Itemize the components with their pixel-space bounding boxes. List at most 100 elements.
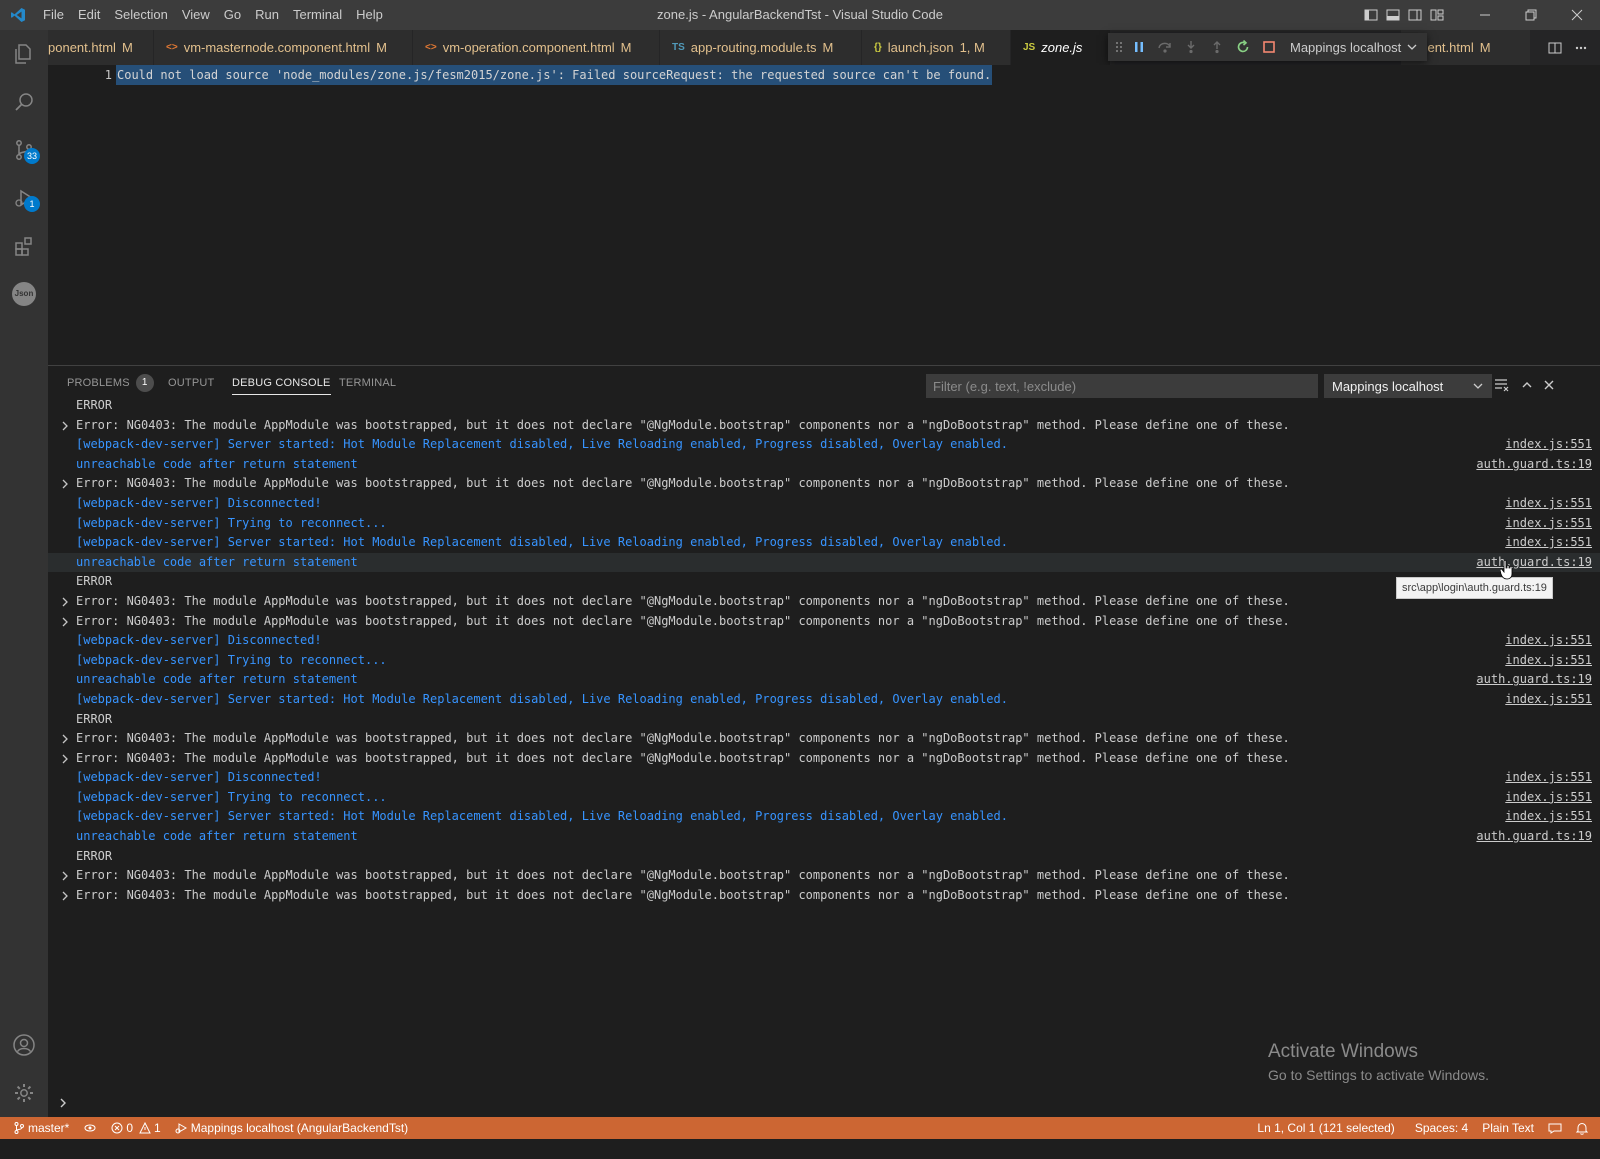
expand-chevron-icon[interactable]	[60, 749, 72, 769]
menu-bar: File Edit Selection View Go Run Terminal…	[36, 0, 390, 30]
typescript-file-icon: TS	[672, 42, 685, 53]
debug-session-select[interactable]: Mappings localhost	[1324, 374, 1492, 398]
status-language-mode[interactable]: Plain Text	[1475, 1117, 1541, 1139]
tab-vm-masternode-component-html[interactable]: <> vm-masternode.component.html M	[154, 30, 413, 65]
menu-run[interactable]: Run	[248, 0, 286, 30]
more-actions-icon[interactable]	[1568, 30, 1594, 65]
sync-icon[interactable]	[76, 1117, 104, 1139]
debug-console-output[interactable]: ERROR Error: NG0403: The module AppModule…	[48, 396, 1600, 1096]
expand-chevron-icon[interactable]	[60, 886, 72, 906]
console-message: [webpack-dev-server] Trying to reconnect…	[76, 789, 387, 804]
source-link[interactable]: index.js:551	[1505, 788, 1592, 808]
error-count: 0	[126, 1121, 134, 1135]
source-link[interactable]: auth.guard.ts:19	[1476, 553, 1592, 573]
expand-chevron-icon[interactable]	[60, 612, 72, 632]
toggle-panel-icon[interactable]	[1382, 0, 1404, 30]
pause-icon[interactable]	[1126, 33, 1152, 61]
console-message: unreachable code after return statement	[76, 829, 358, 844]
source-link[interactable]: index.js:551	[1505, 651, 1592, 671]
console-message: [webpack-dev-server] Disconnected!	[76, 633, 322, 648]
close-panel-icon[interactable]	[1538, 374, 1560, 396]
search-icon[interactable]	[0, 78, 48, 126]
debug-config-select[interactable]: Mappings localhost	[1282, 40, 1423, 55]
toggle-primary-sidebar-icon[interactable]	[1360, 0, 1382, 30]
console-line[interactable]: Error: NG0403: The module AppModule was …	[48, 886, 1600, 906]
source-link[interactable]: index.js:551	[1505, 435, 1592, 455]
accounts-icon[interactable]	[0, 1021, 48, 1069]
source-link[interactable]: index.js:551	[1505, 768, 1592, 788]
source-link[interactable]: index.js:551	[1505, 690, 1592, 710]
console-line[interactable]: Error: NG0403: The module AppModule was …	[48, 416, 1600, 436]
expand-chevron-icon[interactable]	[60, 416, 72, 436]
tab-launch-json[interactable]: {} launch.json 1, M	[862, 30, 1011, 65]
restore-icon[interactable]	[1508, 0, 1554, 30]
step-over-icon[interactable]	[1152, 33, 1178, 61]
editor-area[interactable]: 1 Could not load source 'node_modules/zo…	[48, 65, 1600, 365]
menu-edit[interactable]: Edit	[71, 0, 107, 30]
maximize-panel-icon[interactable]	[1516, 374, 1538, 396]
source-link[interactable]: index.js:551	[1505, 631, 1592, 651]
console-line: [webpack-dev-server] Server started: Hot…	[48, 690, 1600, 710]
console-line[interactable]: Error: NG0403: The module AppModule was …	[48, 612, 1600, 632]
code-line-selected[interactable]: Could not load source 'node_modules/zone…	[116, 65, 993, 85]
activate-windows-watermark: Activate Windows Go to Settings to activ…	[1268, 1041, 1489, 1083]
clear-console-icon[interactable]	[1491, 374, 1513, 396]
source-link[interactable]: index.js:551	[1505, 494, 1592, 514]
expand-chevron-icon[interactable]	[60, 474, 72, 494]
branch-label: master*	[28, 1121, 70, 1135]
settings-gear-icon[interactable]	[0, 1069, 48, 1117]
status-cursor-position[interactable]: Ln 1, Col 1 (121 selected)	[1250, 1117, 1401, 1139]
source-control-icon[interactable]: 33	[0, 126, 48, 174]
menu-file[interactable]: File	[36, 0, 71, 30]
status-debug-config[interactable]: Mappings localhost (AngularBackendTst)	[168, 1117, 415, 1139]
split-editor-icon[interactable]	[1542, 30, 1568, 65]
tab-app-routing-module-ts[interactable]: TS app-routing.module.ts M	[660, 30, 862, 65]
status-indentation[interactable]: Spaces: 4	[1408, 1117, 1475, 1139]
drag-handle-icon[interactable]	[1112, 33, 1126, 61]
console-line[interactable]: Error: NG0403: The module AppModule was …	[48, 474, 1600, 494]
tab-zone-js[interactable]: JS zone.js	[1011, 30, 1111, 65]
menu-selection[interactable]: Selection	[107, 0, 174, 30]
console-line[interactable]: Error: NG0403: The module AppModule was …	[48, 749, 1600, 769]
expand-chevron-icon[interactable]	[60, 592, 72, 612]
run-debug-icon[interactable]: 1	[0, 174, 48, 222]
console-filter-input[interactable]	[926, 374, 1318, 398]
tab-modified-indicator: M	[1479, 40, 1491, 55]
source-link[interactable]: index.js:551	[1505, 807, 1592, 827]
console-line[interactable]: Error: NG0403: The module AppModule was …	[48, 729, 1600, 749]
expand-chevron-icon[interactable]	[60, 729, 72, 749]
tab-vm-operation-component-html[interactable]: <> vm-operation.component.html M	[413, 30, 660, 65]
customize-layout-icon[interactable]	[1426, 0, 1448, 30]
minimize-icon[interactable]	[1462, 0, 1508, 30]
source-link[interactable]: index.js:551	[1505, 514, 1592, 534]
restart-icon[interactable]	[1230, 33, 1256, 61]
menu-help[interactable]: Help	[349, 0, 390, 30]
status-branch[interactable]: master*	[0, 1117, 76, 1139]
json-extension-icon[interactable]: Json	[0, 270, 48, 318]
menu-view[interactable]: View	[175, 0, 217, 30]
source-link[interactable]: index.js:551	[1505, 533, 1592, 553]
step-out-icon[interactable]	[1204, 33, 1230, 61]
stop-icon[interactable]	[1256, 33, 1282, 61]
notifications-bell-icon[interactable]	[1569, 1117, 1600, 1139]
extensions-icon[interactable]	[0, 222, 48, 270]
console-line[interactable]: Error: NG0403: The module AppModule was …	[48, 592, 1600, 612]
expand-chevron-icon[interactable]	[60, 866, 72, 886]
console-line: ERROR	[48, 710, 1600, 730]
step-into-icon[interactable]	[1178, 33, 1204, 61]
close-icon[interactable]	[1554, 0, 1600, 30]
menu-terminal[interactable]: Terminal	[286, 0, 349, 30]
status-problems[interactable]: 0 1	[104, 1117, 167, 1139]
console-repl-input[interactable]	[48, 1096, 1600, 1116]
source-link[interactable]: auth.guard.ts:19	[1476, 670, 1592, 690]
feedback-icon[interactable]	[1541, 1117, 1569, 1139]
explorer-icon[interactable]	[0, 30, 48, 78]
menu-go[interactable]: Go	[217, 0, 248, 30]
source-link[interactable]: auth.guard.ts:19	[1476, 827, 1592, 847]
tab-component-html[interactable]: ponent.html M	[48, 30, 154, 65]
source-link[interactable]: auth.guard.ts:19	[1476, 455, 1592, 475]
console-line[interactable]: Error: NG0403: The module AppModule was …	[48, 866, 1600, 886]
warning-icon	[139, 1122, 151, 1134]
toggle-secondary-sidebar-icon[interactable]	[1404, 0, 1426, 30]
json-file-icon: {}	[874, 42, 882, 53]
